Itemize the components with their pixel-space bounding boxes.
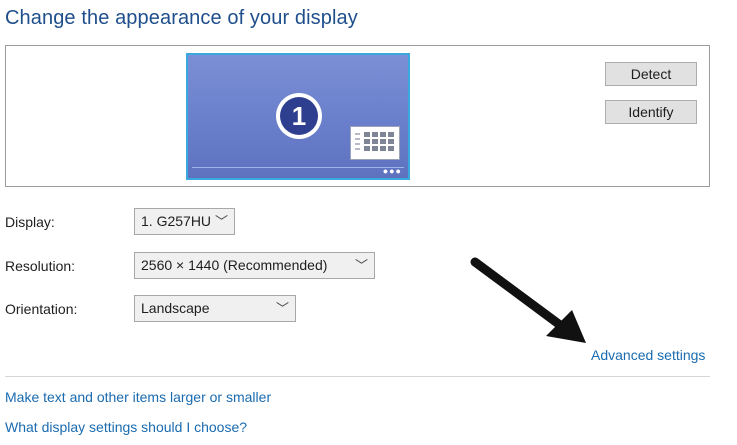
arrow-icon: [470, 257, 586, 343]
advanced-settings-link[interactable]: Advanced settings: [591, 347, 705, 363]
text-size-link[interactable]: Make text and other items larger or smal…: [5, 389, 271, 405]
display-settings-help-link[interactable]: What display settings should I choose?: [5, 419, 247, 435]
divider: [5, 376, 710, 377]
